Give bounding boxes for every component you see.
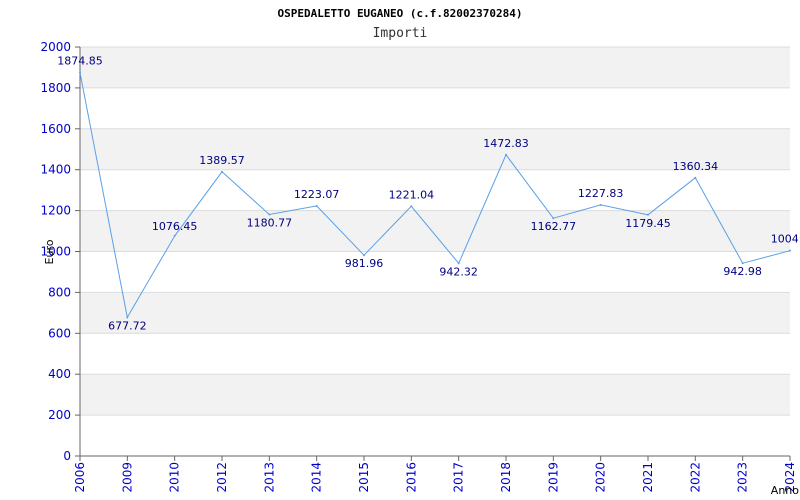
data-label: 1162.77 [531, 220, 577, 233]
y-tick-label: 1800 [40, 81, 71, 95]
data-label: 1180.77 [247, 217, 293, 230]
x-tick-label: 2022 [688, 462, 702, 493]
data-point [505, 153, 507, 156]
x-tick-label: 2019 [546, 462, 560, 493]
data-label: 1472.83 [483, 137, 529, 150]
y-tick-label: 800 [48, 285, 71, 299]
y-tick-label: 0 [63, 449, 71, 463]
data-point [741, 262, 744, 265]
data-point [457, 262, 460, 265]
data-labels: 1874.85 677.72 1076.45 1389.57 1180.77 1223.0… [57, 55, 800, 333]
data-label: 1360.34 [673, 160, 719, 173]
data-label: 942.98 [723, 265, 762, 278]
x-tick-label: 2021 [641, 462, 655, 493]
data-point [599, 203, 602, 206]
y-tick-label: 400 [48, 367, 71, 381]
data-point [363, 254, 365, 257]
y-tick-label: 1200 [40, 204, 71, 218]
data-point [647, 213, 649, 216]
line-chart: 0200400600800100012001400160018002000 20… [40, 7, 800, 497]
data-label: 1389.57 [199, 154, 245, 167]
data-point [410, 205, 413, 208]
x-tick-labels: 2006 2009 2010 2012 2013 2014 2015 2016 2017 2018… [73, 462, 797, 493]
y-tick-label: 1600 [40, 122, 71, 136]
data-point [221, 170, 223, 173]
data-label: 677.72 [108, 319, 147, 332]
data-point [79, 71, 81, 74]
series-importi [79, 71, 791, 319]
data-point [552, 217, 555, 220]
data-point [268, 213, 271, 216]
data-point [789, 249, 791, 252]
data-label: 1179.45 [625, 217, 671, 230]
y-tick-label: 1400 [40, 163, 71, 177]
data-label: 1004.0 [771, 233, 800, 246]
y-axis-label: Euro [43, 239, 56, 264]
x-tick-label: 2023 [736, 462, 750, 493]
grid-band [80, 374, 790, 416]
x-tick-label: 2015 [357, 462, 371, 493]
x-tick-label: 2020 [594, 462, 608, 493]
data-label: 1223.07 [294, 188, 340, 201]
data-point [126, 316, 129, 319]
data-label: 981.96 [345, 257, 384, 270]
data-point [315, 204, 318, 207]
data-point [173, 234, 176, 237]
data-label: 1874.85 [57, 55, 103, 68]
chart-title: OSPEDALETTO EUGANEO (c.f.82002370284) [277, 7, 522, 20]
x-tick-label: 2014 [310, 462, 324, 493]
x-tick-label: 2006 [73, 462, 87, 493]
x-tick-label: 2012 [215, 462, 229, 493]
y-tick-label: 200 [48, 408, 71, 422]
y-tick-label: 2000 [40, 40, 71, 54]
chart: 0 200 400 600 800 1000 1200 1400 1600 1800 2000 20… [0, 0, 800, 500]
x-tick-label: 2009 [120, 462, 134, 493]
y-tick-label: 600 [48, 326, 71, 340]
series-line [79, 72, 791, 319]
data-point [694, 176, 697, 179]
data-label: 1227.83 [578, 187, 624, 200]
x-tick-label: 2013 [262, 462, 276, 493]
data-label: 1076.45 [152, 220, 198, 233]
data-label: 942.32 [439, 265, 478, 278]
x-tick-label: 2010 [168, 462, 182, 493]
grid-band [80, 47, 790, 88]
chart-subtitle: Importi [373, 26, 428, 41]
x-tick-label: 2017 [452, 462, 466, 493]
x-tick-label: 2018 [499, 462, 513, 493]
x-tick-label: 2016 [404, 462, 418, 493]
data-label: 1221.04 [389, 188, 435, 201]
x-axis-label: Anno [771, 484, 799, 497]
grid-band [80, 292, 790, 334]
